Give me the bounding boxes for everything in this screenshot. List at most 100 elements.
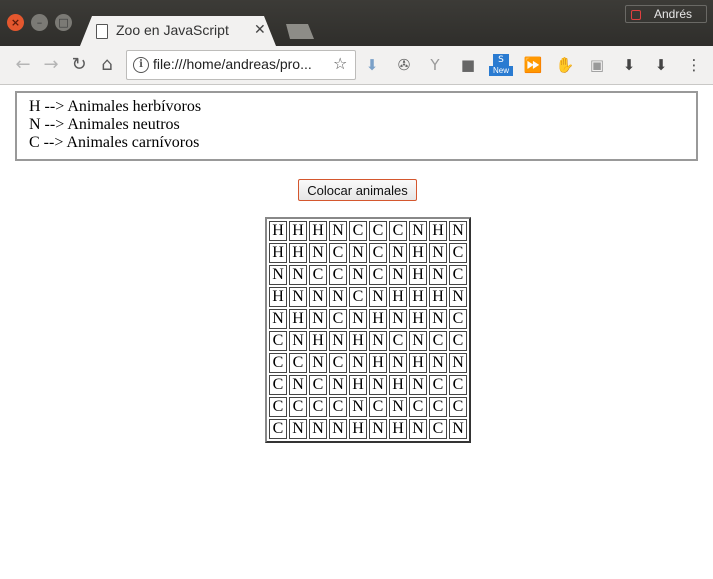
grid-cell: N [269, 265, 287, 285]
menu-kebab-icon[interactable]: ⋮ [684, 55, 704, 75]
antenna-icon[interactable]: Y [425, 55, 445, 75]
s-logo-icon: S [493, 54, 509, 66]
legend-line-herbivores: H --> Animales herbívoros [29, 98, 202, 115]
grid-cell: C [449, 265, 467, 285]
hand-extension-icon[interactable]: ✋ [555, 55, 575, 75]
browser-tab[interactable]: Zoo en JavaScript ✕ [80, 16, 276, 46]
profile-name: Andrés [654, 7, 693, 21]
window-close-button[interactable]: × [7, 14, 24, 31]
grid-cell: N [349, 309, 367, 329]
grid-cell: H [389, 287, 407, 307]
grid-cell: N [329, 331, 347, 351]
grid-cell: C [369, 243, 387, 263]
grid-cell: N [309, 287, 327, 307]
grid-cell: C [289, 397, 307, 417]
grid-cell: C [309, 265, 327, 285]
grid-cell: H [349, 419, 367, 439]
animal-grid: HHHNCCCNHNHHNCNCNHNCNNCCNCNHNCHNNNCNHHHN… [265, 217, 471, 443]
grid-cell: H [269, 221, 287, 241]
grid-cell: H [309, 221, 327, 241]
grid-cell: H [429, 287, 447, 307]
grid-cell: N [329, 287, 347, 307]
grid-cell: N [429, 243, 447, 263]
grid-cell: C [269, 397, 287, 417]
address-bar[interactable]: i file:///home/andreas/pro... ☆ [126, 50, 356, 80]
grid-cell: H [289, 309, 307, 329]
grid-cell: C [269, 331, 287, 351]
grid-cell: N [289, 287, 307, 307]
tab-close-icon[interactable]: ✕ [254, 22, 266, 38]
forward-arrow-icon[interactable]: → [38, 52, 64, 78]
new-badge-extension-icon[interactable]: S New [489, 54, 513, 76]
grid-cell: C [349, 287, 367, 307]
grid-cell: C [269, 375, 287, 395]
download-extension-icon[interactable]: ⬇ [362, 55, 382, 75]
grid-cell: C [369, 397, 387, 417]
grid-cell: H [409, 265, 427, 285]
square-extension-icon[interactable]: ■ [458, 55, 478, 75]
info-icon[interactable]: i [133, 57, 149, 73]
download-arrow-icon[interactable]: ⬇ [619, 55, 639, 75]
film-reel-icon[interactable]: ✇ [394, 55, 414, 75]
tab-title: Zoo en JavaScript [116, 22, 229, 38]
legend-line-carnivores: C --> Animales carnívoros [29, 134, 200, 151]
grid-cell: C [289, 353, 307, 373]
grid-cell: H [409, 287, 427, 307]
grid-cell: N [289, 375, 307, 395]
new-tab-button[interactable] [286, 24, 314, 39]
place-animals-button[interactable]: Colocar animales [298, 179, 417, 201]
grid-cell: C [449, 243, 467, 263]
grid-cell: C [329, 353, 347, 373]
grid-cell: C [309, 375, 327, 395]
reload-icon[interactable]: ↻ [66, 52, 92, 78]
grid-cell: H [289, 243, 307, 263]
grid-cell: C [429, 419, 447, 439]
grid-cell: N [349, 265, 367, 285]
download-arrow-icon-2[interactable]: ⬇ [651, 55, 671, 75]
grid-cell: N [329, 221, 347, 241]
grid-cell: N [309, 419, 327, 439]
grid-cell: C [309, 397, 327, 417]
browser-toolbar: ← → ↻ ⌂ i file:///home/andreas/pro... ☆ … [0, 46, 713, 85]
window-minimize-button[interactable]: – [31, 14, 48, 31]
legend-box: H --> Animales herbívoros N --> Animales… [15, 91, 698, 161]
grid-cell: C [429, 331, 447, 351]
grid-cell: C [369, 265, 387, 285]
grid-cell: C [329, 397, 347, 417]
grid-cell: N [449, 221, 467, 241]
grid-cell: N [389, 265, 407, 285]
grid-cell: C [269, 419, 287, 439]
grid-cell: N [409, 419, 427, 439]
grid-cell: H [409, 243, 427, 263]
grid-cell: H [369, 309, 387, 329]
camera-extension-icon[interactable]: ▣ [587, 55, 607, 75]
bookmark-star-icon[interactable]: ☆ [333, 54, 347, 73]
grid-cell: N [449, 287, 467, 307]
home-icon[interactable]: ⌂ [94, 52, 120, 78]
media-extension-icon[interactable]: ⏩ [523, 55, 543, 75]
grid-cell: N [409, 331, 427, 351]
profile-button[interactable]: Andrés [625, 5, 707, 23]
grid-cell: N [409, 375, 427, 395]
grid-cell: H [349, 375, 367, 395]
grid-cell: N [349, 243, 367, 263]
window-maximize-button[interactable]: □ [55, 14, 72, 31]
grid-cell: N [289, 419, 307, 439]
legend-line-neutral: N --> Animales neutros [29, 116, 180, 133]
back-arrow-icon[interactable]: ← [10, 52, 36, 78]
grid-cell: N [269, 309, 287, 329]
grid-cell: N [429, 309, 447, 329]
page-content: H --> Animales herbívoros N --> Animales… [0, 85, 713, 579]
url-text[interactable]: file:///home/andreas/pro... [153, 56, 312, 72]
grid-cell: C [389, 331, 407, 351]
grid-row: HHNCNCNHNC [269, 243, 467, 263]
grid-cell: C [449, 375, 467, 395]
grid-cell: N [389, 397, 407, 417]
grid-cell: C [329, 265, 347, 285]
grid-cell: H [289, 221, 307, 241]
grid-row: NNCCNCNHNC [269, 265, 467, 285]
grid-row: NHNCNHNHNC [269, 309, 467, 329]
grid-cell: N [289, 331, 307, 351]
grid-cell: C [429, 397, 447, 417]
grid-cell: C [449, 331, 467, 351]
